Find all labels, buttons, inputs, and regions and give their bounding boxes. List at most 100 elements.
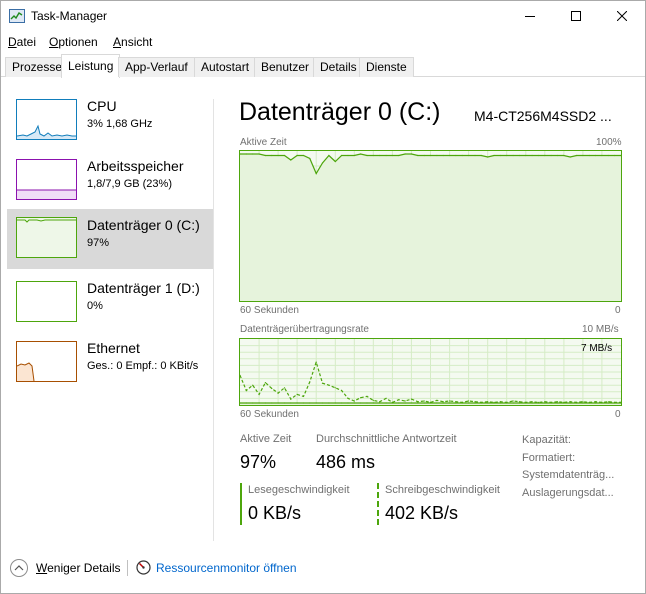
active-time-chart-series-0-point xyxy=(315,172,317,175)
active-time-chart-series-0-point xyxy=(525,154,527,157)
transfer-chart-series-0-point xyxy=(245,402,247,404)
transfer-chart-series-1-point xyxy=(429,401,432,403)
fewer-details-button[interactable]: Weniger Details xyxy=(36,561,120,575)
transfer-chart-series-1-point xyxy=(595,401,597,403)
active-time-chart-series-0-point xyxy=(569,156,571,158)
transfer-chart-series-1-point xyxy=(385,397,387,399)
disk-1-thumbnail-graph xyxy=(16,281,77,322)
transfer-chart-series-0-point xyxy=(436,402,438,404)
transfer-chart-series-1-point xyxy=(455,401,457,403)
transfer-chart-series-1-point xyxy=(607,401,609,403)
sidebar-item-disk-0-title: Datenträger 0 (C:) xyxy=(87,217,200,233)
active-time-chart-series-0-point xyxy=(379,154,381,157)
transfer-chart-series-1-point xyxy=(518,401,520,403)
capacity-label: Kapazität: xyxy=(522,434,571,446)
active-time-chart-series-0-point xyxy=(321,162,324,164)
write-speed-legend-bar xyxy=(377,483,379,525)
menu-file[interactable]: Datei xyxy=(8,35,36,49)
transfer-rate-graph-canvas xyxy=(240,339,621,405)
transfer-chart-series-0-point xyxy=(328,402,330,404)
active-time-chart-series-0-point xyxy=(614,154,616,157)
active-time-chart-series-0-point xyxy=(512,154,514,157)
tab-details[interactable]: Details xyxy=(313,57,364,77)
active-time-chart-series-0-point xyxy=(302,154,305,157)
panel-divider xyxy=(213,99,214,541)
active-time-graph-canvas xyxy=(240,151,621,301)
sidebar-item-cpu[interactable]: CPU 3% 1,68 GHz xyxy=(7,97,213,157)
transfer-chart-series-1-point xyxy=(537,401,539,403)
menu-view-mnemonic: A xyxy=(113,35,122,49)
fewer-details-label: eniger Details xyxy=(47,561,121,575)
task-manager-icon xyxy=(9,9,25,23)
menu-bar: Datei Optionen Ansicht xyxy=(1,33,645,51)
device-model: M4-CT256M4SSD2 ... xyxy=(474,108,612,124)
tab-users[interactable]: Benutzer xyxy=(254,57,317,77)
sidebar-item-memory[interactable]: Arbeitsspeicher 1,8/7,9 GB (23%) xyxy=(7,157,213,217)
tab-services-label: Dienste xyxy=(366,60,407,74)
tab-app-history[interactable]: App-Verlauf xyxy=(118,57,195,77)
active-time-chart-series-0-point xyxy=(576,154,578,157)
transfer-chart-series-1-point xyxy=(449,400,451,402)
active-time-chart-series-0-point xyxy=(455,154,457,157)
active-time-chart-series-0-point xyxy=(474,154,476,157)
transfer-chart-series-0-point xyxy=(296,402,298,404)
maximize-button[interactable] xyxy=(553,1,599,31)
active-time-chart-series-0-point xyxy=(347,154,349,157)
transfer-chart-series-0-point xyxy=(544,402,546,404)
sidebar-item-disk-1-subtitle: 0% xyxy=(87,300,103,312)
tab-strip: Prozesse Leistung App-Verlauf Autostart … xyxy=(1,54,645,78)
close-button[interactable] xyxy=(599,1,645,31)
transfer-chart-series-1-point xyxy=(379,401,381,403)
footer-separator xyxy=(127,560,128,576)
sidebar-item-ethernet-subtitle: Ges.: 0 Empf.: 0 KBit/s xyxy=(87,360,199,372)
transfer-chart-series-0-point xyxy=(353,402,355,404)
transfer-chart-series-1-point xyxy=(315,361,317,363)
menu-options[interactable]: Optionen xyxy=(49,35,98,49)
transfer-chart-series-1-point xyxy=(309,381,311,383)
active-time-chart-series-0-point xyxy=(385,154,387,157)
sidebar-item-memory-title: Arbeitsspeicher xyxy=(87,158,184,174)
transfer-chart-series-1-point xyxy=(410,398,413,400)
fewer-details-toggle[interactable] xyxy=(10,559,28,577)
active-time-chart-series-0-point xyxy=(290,159,292,161)
active-time-chart-series-0-point xyxy=(588,154,590,157)
resource-monitor-icon xyxy=(136,560,151,575)
sidebar-item-memory-subtitle: 1,8/7,9 GB (23%) xyxy=(87,178,172,190)
minimize-button[interactable] xyxy=(507,1,553,31)
tab-app-history-label: App-Verlauf xyxy=(125,60,188,74)
tab-processes-label: Prozesse xyxy=(12,60,63,74)
transfer-chart-series-0-point xyxy=(423,402,425,404)
response-time-stat-label: Durchschnittliche Antwortzeit xyxy=(316,433,457,445)
transfer-chart-series-1-point xyxy=(576,401,578,403)
transfer-chart-series-1-point xyxy=(569,401,571,403)
sidebar-item-ethernet[interactable]: Ethernet Ges.: 0 Empf.: 0 KBit/s xyxy=(7,339,213,399)
active-time-chart-series-0-point xyxy=(271,154,273,157)
transfer-rate-graph xyxy=(239,338,622,406)
transfer-graph-x-label: 60 Sekunden xyxy=(240,409,299,420)
sidebar-item-disk-0[interactable]: Datenträger 0 (C:) 97% xyxy=(7,209,213,269)
sidebar-item-disk-1[interactable]: Datenträger 1 (D:) 0% xyxy=(7,279,213,339)
transfer-chart-series-0-point xyxy=(595,402,597,404)
active-time-chart-series-0-point xyxy=(537,154,539,157)
transfer-chart-series-1-point xyxy=(614,401,616,403)
open-resource-monitor-link[interactable]: Ressourcenmonitor öffnen xyxy=(156,561,297,575)
formatted-label: Formatiert: xyxy=(522,452,576,464)
transfer-chart-series-0-point xyxy=(487,402,489,404)
active-time-chart-series-0-point xyxy=(531,154,533,157)
menu-view[interactable]: Ansicht xyxy=(113,35,152,49)
tab-services[interactable]: Dienste xyxy=(359,57,414,77)
transfer-chart-series-1-point xyxy=(588,401,590,403)
transfer-chart-series-0-point xyxy=(315,402,317,404)
transfer-chart-series-0-point xyxy=(474,402,476,404)
tab-startup[interactable]: Autostart xyxy=(194,57,257,77)
active-time-chart-series-0-point xyxy=(372,154,374,157)
tab-processes[interactable]: Prozesse xyxy=(5,57,70,77)
active-time-chart-series-0-point xyxy=(442,154,444,157)
transfer-chart-series-1-point xyxy=(404,400,406,402)
transfer-chart-series-0-point xyxy=(321,402,324,404)
active-time-chart-series-0-point xyxy=(366,154,368,157)
transfer-chart-series-0-point xyxy=(531,402,533,404)
transfer-chart-series-0-point xyxy=(302,402,305,404)
tab-performance[interactable]: Leistung xyxy=(61,54,121,78)
transfer-chart-series-1-point xyxy=(493,401,495,403)
